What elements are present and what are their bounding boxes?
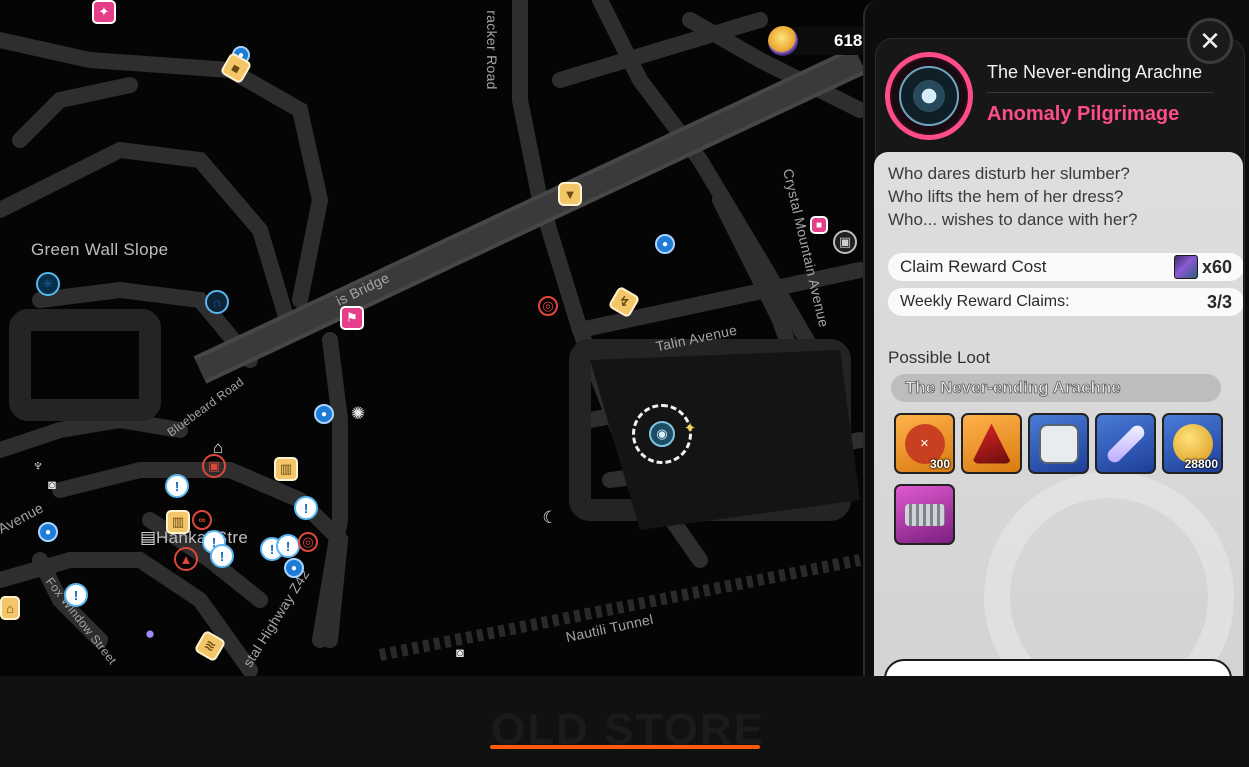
megaphone-marker-icon[interactable]: ⌂ <box>206 436 230 460</box>
possible-loot-label: Possible Loot <box>888 348 991 367</box>
house-marker-icon[interactable]: ⌂ <box>0 596 20 620</box>
portal-marker-icon[interactable]: ∩ <box>205 290 229 314</box>
quest-emblem: ♆ <box>885 52 973 140</box>
anomaly-marker-icon[interactable]: ◉ <box>649 421 675 447</box>
note-marker-icon[interactable]: ■ <box>810 216 828 234</box>
store-marker-icon[interactable]: ▥ <box>274 457 298 481</box>
shop-marker-icon[interactable]: ● <box>284 558 304 578</box>
data-card-icon <box>1038 423 1079 464</box>
description-line: Who lifts the hem of her dress? <box>888 187 1124 206</box>
claim-cost-label: Claim Reward Cost <box>900 257 1047 276</box>
master-tape-icon <box>1173 255 1198 279</box>
polychrome-icon <box>768 26 798 56</box>
flag-marker-icon[interactable]: ⚑ <box>340 306 364 330</box>
vending-marker-icon[interactable]: ▣ <box>833 230 857 254</box>
loot-item-hunter-token[interactable]: ✕ 300 <box>894 413 955 474</box>
drone-marker-icon[interactable]: ✺ <box>346 402 370 426</box>
spot-marker-icon[interactable]: ◎ <box>298 532 318 552</box>
loot-item-data-card[interactable] <box>1028 413 1089 474</box>
alert-marker-icon[interactable]: ! <box>276 534 300 558</box>
item-quantity: 300 <box>929 457 950 471</box>
loot-source-name: The Never-ending Arachne <box>891 374 1221 402</box>
compass-marker-icon[interactable]: ✳ <box>36 272 60 296</box>
spot-marker-icon[interactable]: ◎ <box>538 296 558 316</box>
claim-reward-cost-row: Claim Reward Cost x60 <box>888 253 1243 281</box>
loot-item-tube[interactable] <box>1095 413 1156 474</box>
label-tracker-road: racker Road <box>483 10 500 90</box>
loot-item-gold-coin[interactable]: 28800 <box>1162 413 1223 474</box>
quest-marker-icon[interactable]: ▼ <box>558 182 582 206</box>
alert-marker-icon[interactable]: ! <box>64 583 88 607</box>
sparkle-icon: ✦ <box>683 420 697 437</box>
claim-cost-value: x60 <box>1201 256 1232 277</box>
shop-marker-icon[interactable]: ● <box>314 404 334 424</box>
tube-icon <box>1104 422 1147 465</box>
camera-marker-icon[interactable]: ◙ <box>448 640 472 664</box>
book-marker-icon[interactable]: ▤ <box>136 526 160 550</box>
loot-item-red-cloak[interactable] <box>961 413 1022 474</box>
currency-counter: 618 <box>768 26 868 56</box>
store-marker-icon[interactable]: ▥ <box>166 510 190 534</box>
rocket-marker-icon[interactable]: ▲ <box>174 547 198 571</box>
quest-details-card: Who dares disturb her slumber? Who lifts… <box>874 152 1243 676</box>
alert-marker-icon[interactable]: ! <box>165 474 189 498</box>
weekly-claims-value: 3/3 <box>1206 291 1232 312</box>
piggy-marker-icon[interactable]: ● <box>138 622 162 646</box>
title-divider <box>987 92 1213 93</box>
loot-item-metal-coil[interactable] <box>894 484 955 545</box>
weekly-claims-label: Weekly Reward Claims: <box>900 293 1070 310</box>
quest-description: Who dares disturb her slumber? Who lifts… <box>888 162 1137 231</box>
quest-subtitle: Anomaly Pilgrimage <box>987 103 1180 125</box>
currency-value: 618 <box>834 31 863 50</box>
link-marker-icon[interactable]: ∞ <box>192 510 212 530</box>
shop-marker-icon[interactable]: ● <box>38 522 58 542</box>
alert-marker-icon[interactable]: ! <box>294 496 318 520</box>
agent-marker-icon[interactable]: ☾ <box>538 506 562 530</box>
quest-title: The Never-ending Arachne <box>987 62 1203 82</box>
close-button[interactable]: ✕ <box>1187 18 1233 64</box>
camera-marker-icon[interactable]: ◙ <box>40 472 64 496</box>
watermark-emblem <box>984 472 1234 676</box>
shop-marker-icon[interactable]: ● <box>655 234 675 254</box>
weekly-claims-row: Weekly Reward Claims: 3/3 <box>888 288 1243 316</box>
alert-marker-icon[interactable]: ! <box>210 544 234 568</box>
item-quantity: 28800 <box>1184 457 1218 471</box>
description-line: Who... wishes to dance with her? <box>888 210 1138 229</box>
red-cloak-icon <box>971 423 1012 464</box>
metal-coil-icon <box>904 503 945 526</box>
description-line: Who dares disturb her slumber? <box>888 164 1130 183</box>
tv-marker-icon[interactable]: ✦ <box>92 0 116 24</box>
label-green-wall-slope: Green Wall Slope <box>31 240 169 259</box>
arachne-emblem-icon: ♆ <box>899 66 959 126</box>
store-underline <box>490 745 760 749</box>
